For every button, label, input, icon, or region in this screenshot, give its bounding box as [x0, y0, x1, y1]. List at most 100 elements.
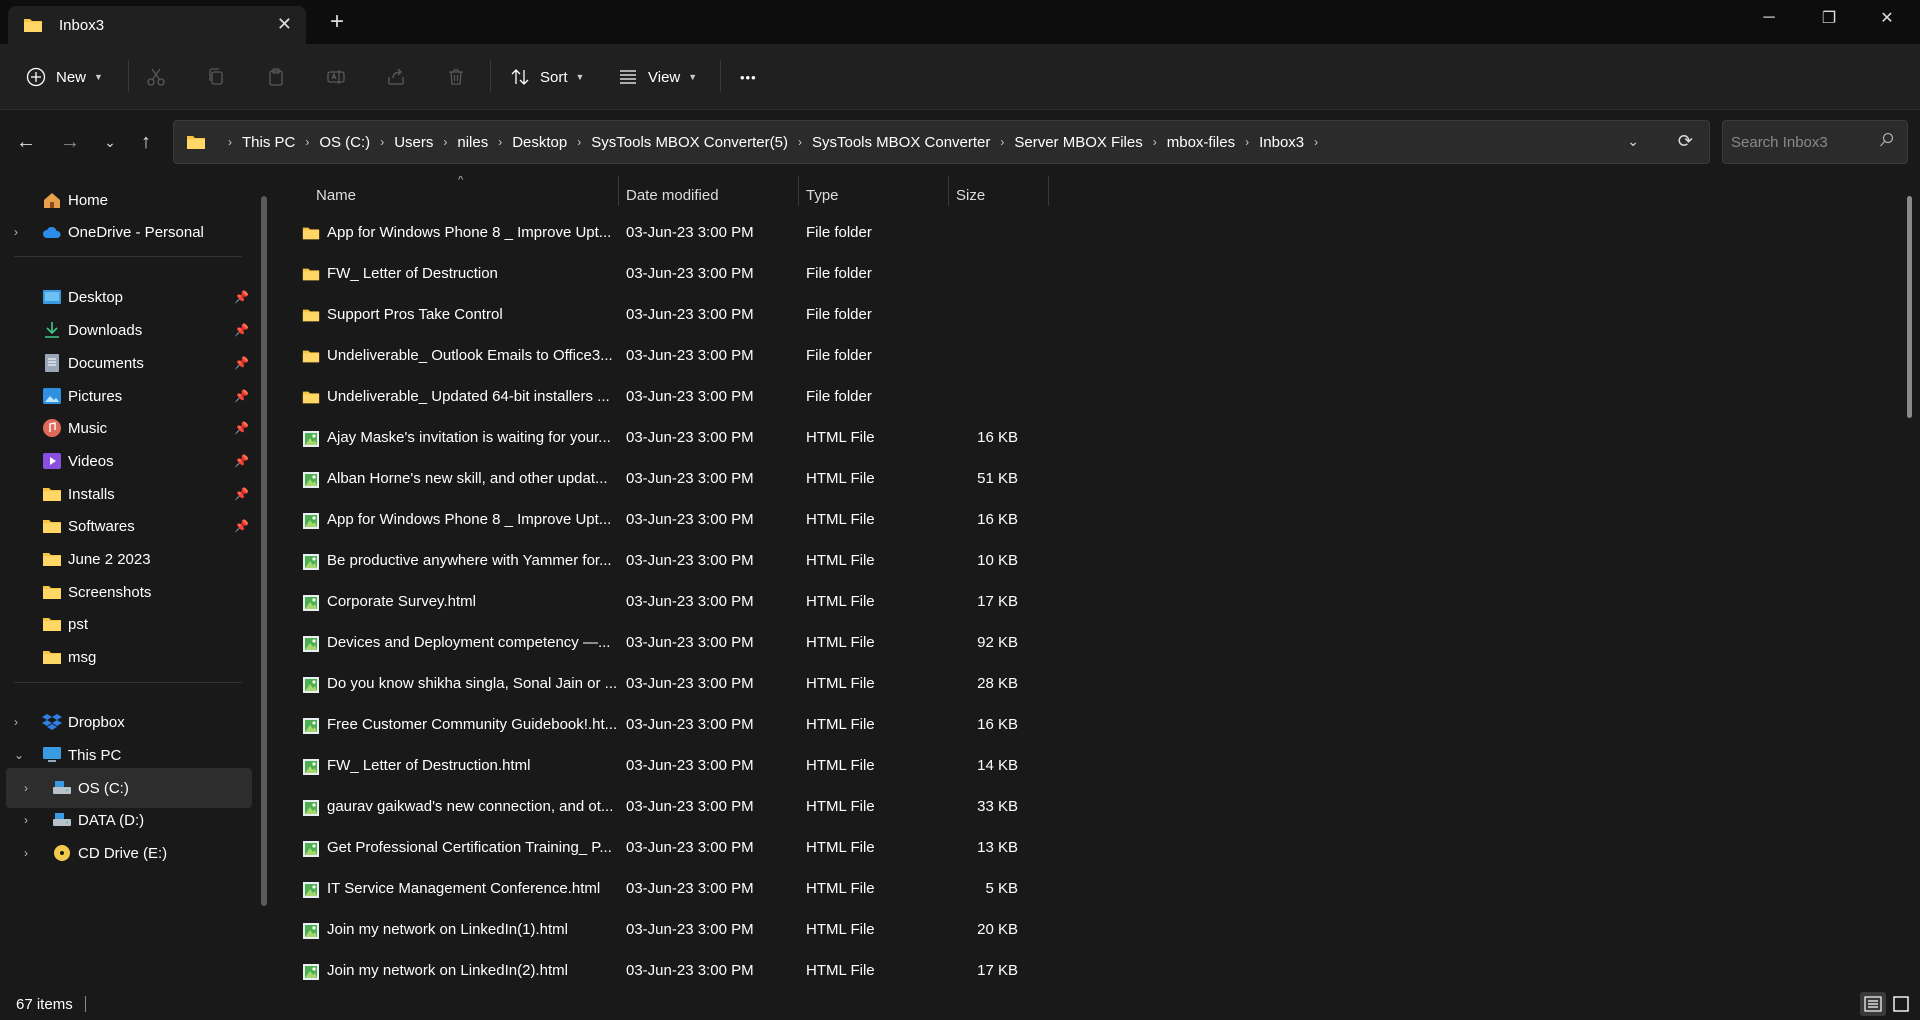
sidebar-divider — [14, 682, 242, 683]
file-row[interactable]: Devices and Deployment competency —... 03… — [280, 623, 1050, 664]
large-icons-view-button[interactable] — [1888, 992, 1914, 1016]
file-row[interactable]: Join my network on LinkedIn(1).html 03-Ju… — [280, 910, 1050, 951]
chevron-right-icon[interactable]: › — [24, 846, 28, 860]
breadcrumb-separator-icon[interactable]: › — [498, 135, 502, 149]
chevron-right-icon[interactable]: › — [14, 225, 18, 239]
breadcrumb-separator-icon[interactable]: › — [443, 135, 447, 149]
breadcrumb-item[interactable]: mbox-files — [1167, 134, 1235, 151]
column-header-type[interactable]: Type — [806, 180, 839, 210]
breadcrumb-separator-icon[interactable]: › — [380, 135, 384, 149]
close-tab-icon[interactable]: ✕ — [277, 14, 292, 35]
new-tab-button[interactable]: + — [330, 8, 344, 36]
breadcrumb-item[interactable]: niles — [457, 134, 488, 151]
tab-inbox3[interactable]: Inbox3 ✕ — [8, 6, 306, 44]
more-options-button[interactable]: ••• — [740, 58, 757, 96]
copy-button[interactable] — [206, 58, 226, 96]
up-button[interactable]: ↑ — [128, 124, 164, 160]
folder-row[interactable]: Undeliverable_ Updated 64-bit installers… — [280, 377, 1050, 418]
chevron-down-icon[interactable]: ⌄ — [14, 748, 24, 762]
refresh-icon[interactable]: ⟳ — [1678, 131, 1693, 152]
new-button[interactable]: New ▼ — [26, 58, 103, 96]
file-row[interactable]: Get Professional Certification Training_… — [280, 828, 1050, 869]
cut-button[interactable] — [146, 58, 166, 96]
file-list-scrollbar[interactable] — [1907, 196, 1912, 418]
maximize-button[interactable]: ❐ — [1800, 0, 1858, 36]
folder-row[interactable]: App for Windows Phone 8 _ Improve Upt...… — [280, 213, 1050, 254]
sidebar-item[interactable]: › OneDrive - Personal — [0, 212, 252, 252]
column-divider[interactable] — [798, 176, 799, 206]
pin-icon[interactable]: 📌 — [234, 487, 249, 501]
column-divider[interactable] — [1048, 176, 1049, 206]
file-row[interactable]: FW_ Letter of Destruction.html 03-Jun-23 … — [280, 746, 1050, 787]
delete-button[interactable] — [446, 58, 466, 96]
file-row[interactable]: Free Customer Community Guidebook!.ht...… — [280, 705, 1050, 746]
pin-icon[interactable]: 📌 — [234, 356, 249, 370]
column-divider[interactable] — [618, 176, 619, 206]
pin-icon[interactable]: 📌 — [234, 454, 249, 468]
sidebar-scrollbar[interactable] — [261, 196, 267, 906]
pin-icon[interactable]: 📌 — [234, 519, 249, 533]
column-header-name[interactable]: Name — [316, 180, 356, 210]
breadcrumb-item[interactable]: Inbox3 — [1259, 134, 1304, 151]
rename-button[interactable] — [326, 58, 346, 96]
html-file-icon — [302, 635, 320, 653]
breadcrumb-separator-icon[interactable]: › — [1000, 135, 1004, 149]
rename-icon — [327, 70, 345, 84]
details-view-button[interactable] — [1860, 992, 1886, 1016]
breadcrumb-item[interactable]: SysTools MBOX Converter — [812, 134, 990, 151]
file-type: HTML File — [806, 716, 875, 733]
breadcrumb-separator-icon[interactable]: › — [228, 135, 232, 149]
folder-row[interactable]: Support Pros Take Control 03-Jun-23 3:00 … — [280, 295, 1050, 336]
address-history-chevron-icon[interactable]: ⌄ — [1627, 133, 1639, 150]
forward-button[interactable]: → — [52, 124, 88, 160]
file-row[interactable]: Alban Horne's new skill, and other updat… — [280, 459, 1050, 500]
breadcrumb-item[interactable]: OS (C:) — [319, 134, 370, 151]
breadcrumb-separator-icon[interactable]: › — [1314, 135, 1318, 149]
minimize-button[interactable]: ─ — [1740, 0, 1798, 36]
pin-icon[interactable]: 📌 — [234, 290, 249, 304]
sidebar-item[interactable]: › CD Drive (E:) — [0, 833, 252, 873]
pin-icon[interactable]: 📌 — [234, 389, 249, 403]
chevron-right-icon[interactable]: › — [24, 781, 28, 795]
column-header-date[interactable]: Date modified — [626, 180, 719, 210]
file-row[interactable]: Join my network on LinkedIn(2).html 03-Ju… — [280, 951, 1050, 988]
close-window-button[interactable]: ✕ — [1858, 0, 1916, 36]
pin-icon[interactable]: 📌 — [234, 323, 249, 337]
sidebar-item-label: OneDrive - Personal — [68, 223, 204, 241]
folder-row[interactable]: FW_ Letter of Destruction 03-Jun-23 3:00 … — [280, 254, 1050, 295]
chevron-right-icon[interactable]: › — [24, 813, 28, 827]
breadcrumb-item[interactable]: Users — [394, 134, 433, 151]
search-box[interactable] — [1722, 120, 1908, 164]
folder-row[interactable]: Undeliverable_ Outlook Emails to Office3… — [280, 336, 1050, 377]
breadcrumb-separator-icon[interactable]: › — [798, 135, 802, 149]
file-row[interactable]: Corporate Survey.html 03-Jun-23 3:00 PM HT… — [280, 582, 1050, 623]
file-row[interactable]: Be productive anywhere with Yammer for..… — [280, 541, 1050, 582]
recent-locations-button[interactable]: ⌄ — [92, 124, 128, 160]
breadcrumb-separator-icon[interactable]: › — [1245, 135, 1249, 149]
search-input[interactable] — [1731, 131, 1871, 153]
chevron-right-icon[interactable]: › — [14, 715, 18, 729]
column-divider[interactable] — [948, 176, 949, 206]
file-row[interactable]: Do you know shikha singla, Sonal Jain or… — [280, 664, 1050, 705]
breadcrumb-item[interactable]: SysTools MBOX Converter(5) — [591, 134, 788, 151]
column-header-size[interactable]: Size — [956, 180, 985, 210]
back-button[interactable]: ← — [8, 124, 44, 160]
address-bar[interactable]: › This PC › OS (C:) › Users › niles › Desktop › Sys… — [173, 120, 1710, 164]
breadcrumb-separator-icon[interactable]: › — [1153, 135, 1157, 149]
sidebar-item[interactable]: msg — [0, 637, 252, 677]
view-button[interactable]: View ▼ — [618, 58, 697, 96]
file-row[interactable]: App for Windows Phone 8 _ Improve Upt...… — [280, 500, 1050, 541]
paste-button[interactable] — [266, 58, 286, 96]
breadcrumb-item[interactable]: Desktop — [512, 134, 567, 151]
sort-button[interactable]: Sort ▼ — [510, 58, 584, 96]
file-row[interactable]: IT Service Management Conference.html 03-… — [280, 869, 1050, 910]
file-row[interactable]: Ajay Maske's invitation is waiting for y… — [280, 418, 1050, 459]
share-button[interactable] — [386, 58, 406, 96]
file-name: Corporate Survey.html — [327, 593, 476, 610]
breadcrumb-separator-icon[interactable]: › — [305, 135, 309, 149]
breadcrumb-item[interactable]: This PC — [242, 134, 295, 151]
pin-icon[interactable]: 📌 — [234, 421, 249, 435]
breadcrumb-item[interactable]: Server MBOX Files — [1014, 134, 1142, 151]
file-row[interactable]: gaurav gaikwad's new connection, and ot.… — [280, 787, 1050, 828]
breadcrumb-separator-icon[interactable]: › — [577, 135, 581, 149]
